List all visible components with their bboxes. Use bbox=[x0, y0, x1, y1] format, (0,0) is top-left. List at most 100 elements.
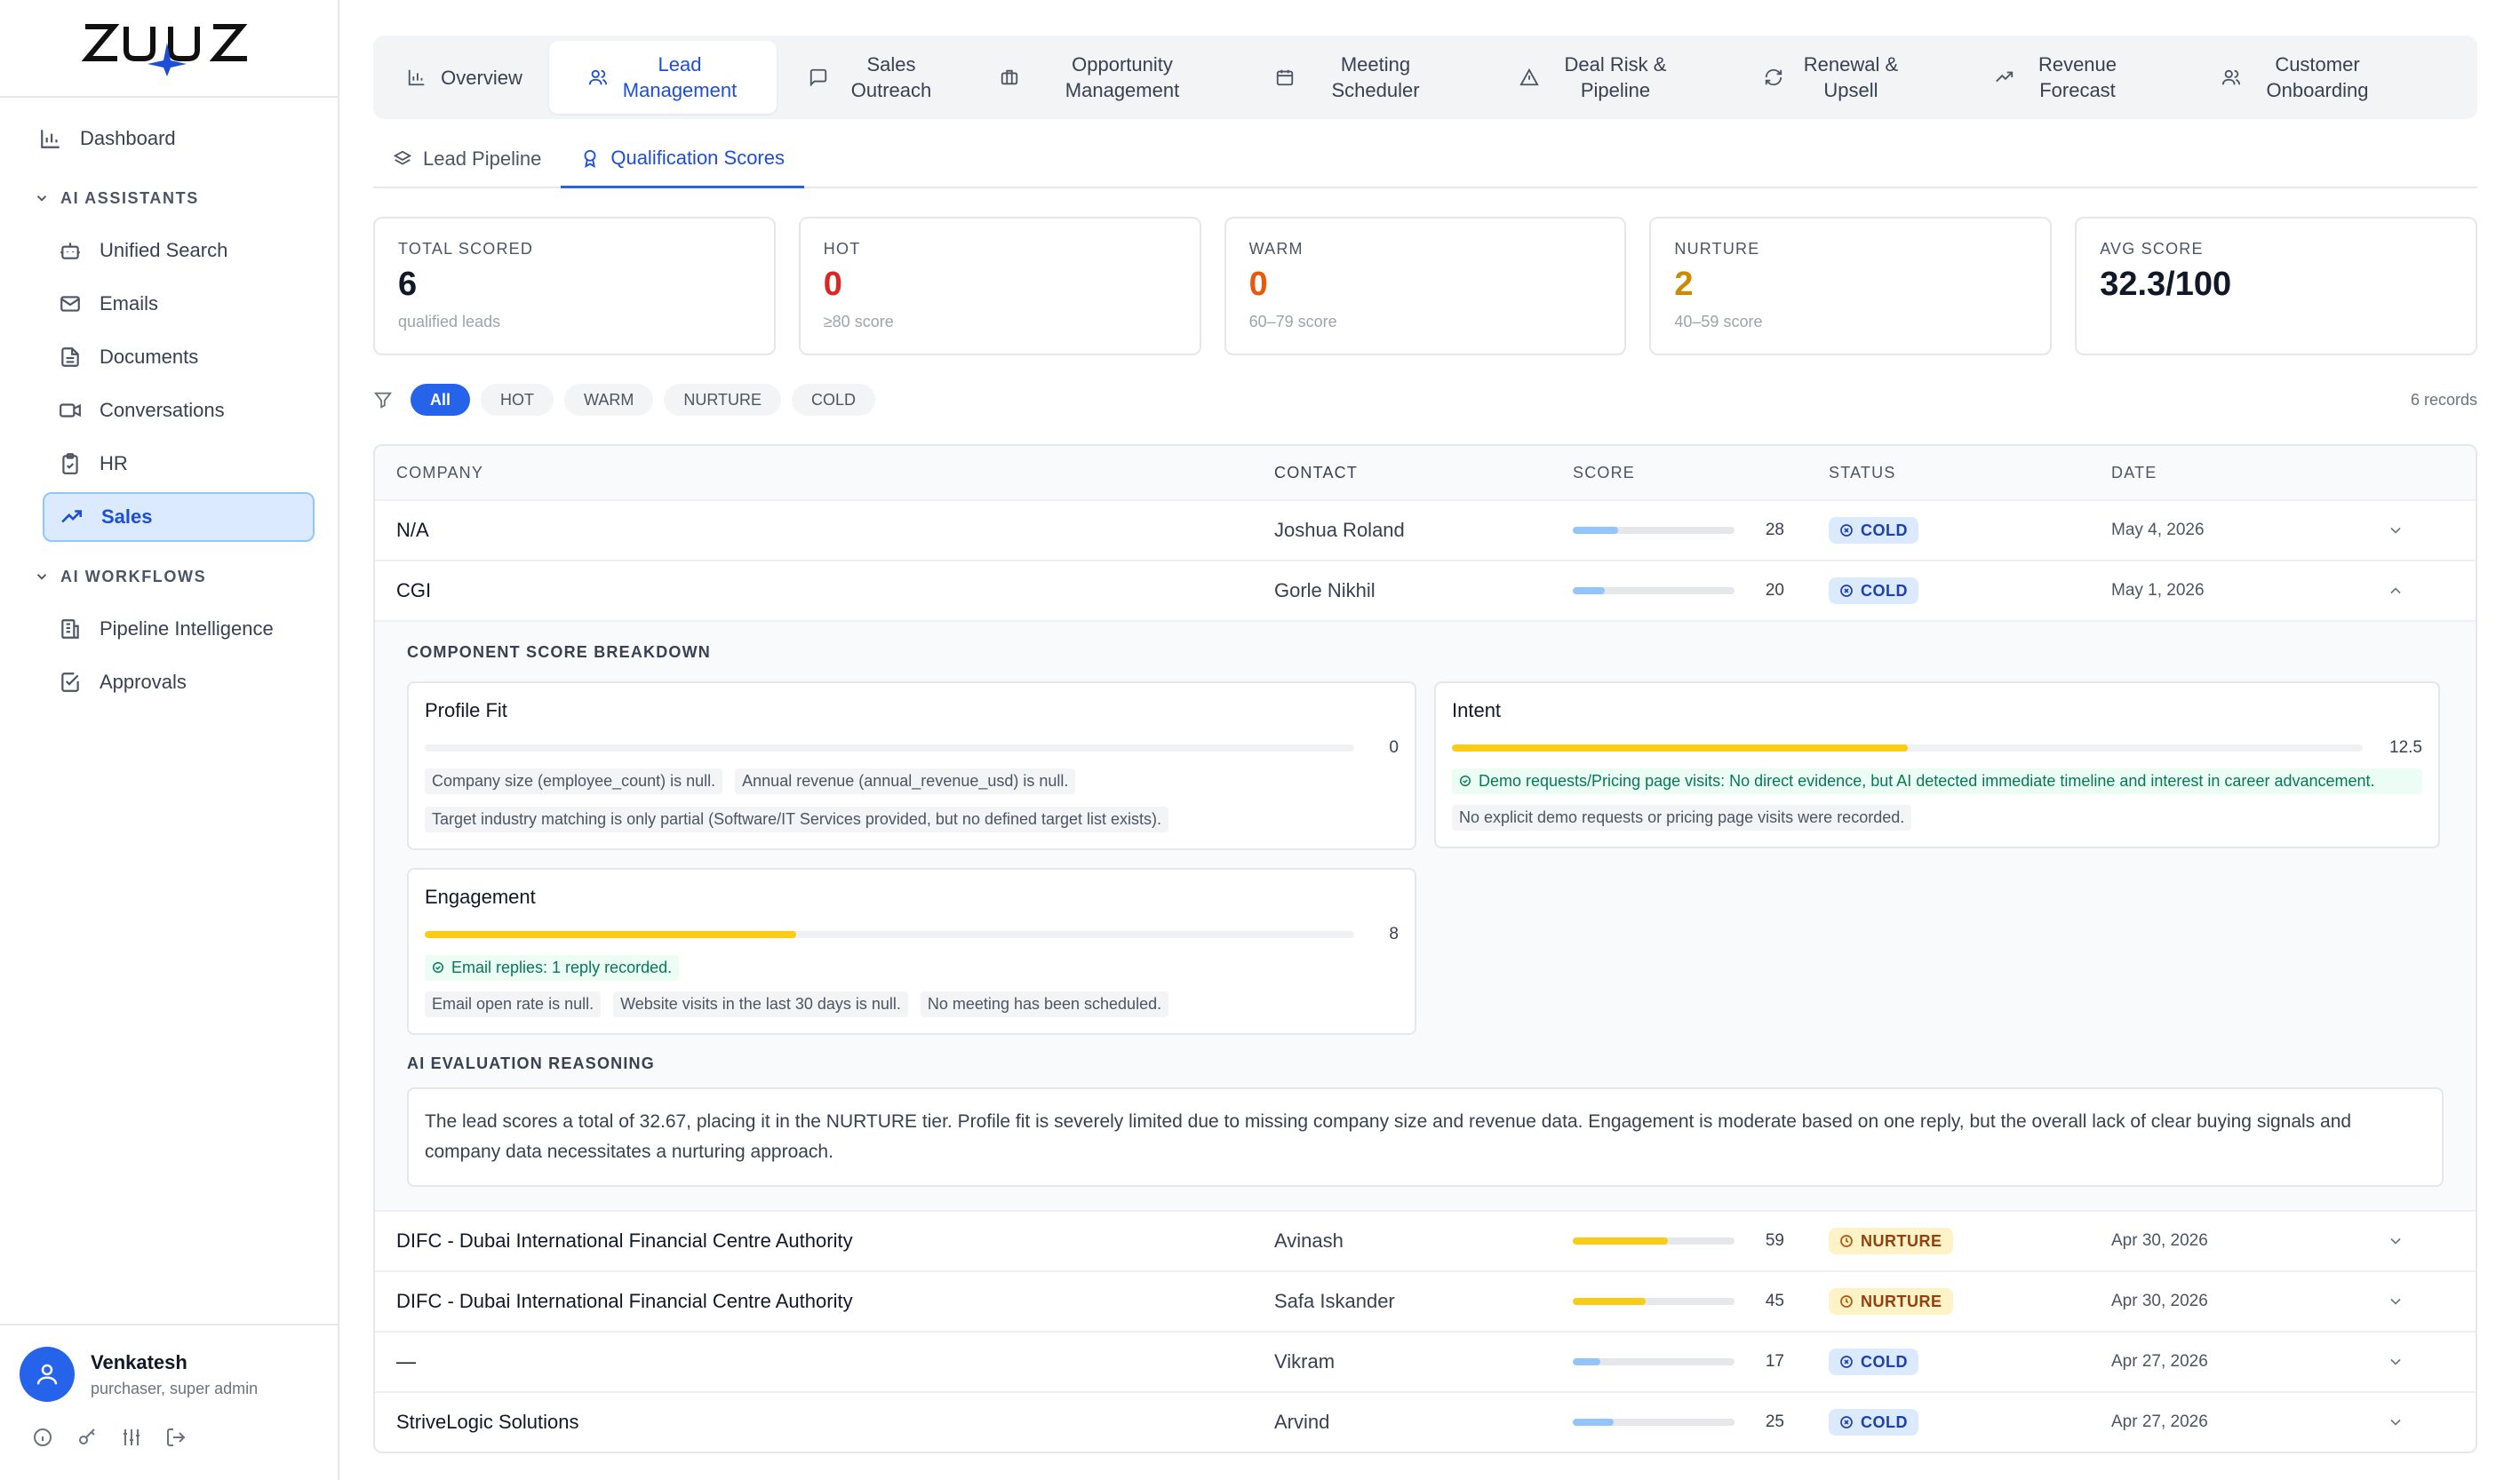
component-value: 12.5 bbox=[2389, 738, 2422, 757]
column-header-company[interactable]: COMPANY bbox=[375, 464, 1274, 482]
column-header-status[interactable]: STATUS bbox=[1829, 464, 2111, 482]
score-cell: 59 bbox=[1573, 1231, 1829, 1251]
sidebar-item-label: HR bbox=[100, 452, 128, 474]
contact-cell: Joshua Roland bbox=[1274, 519, 1405, 541]
tab-label: Opportunity Management bbox=[1065, 53, 1180, 101]
sidebar-item-unified-search[interactable]: Unified Search bbox=[43, 226, 315, 275]
sidebar-item-label: Unified Search bbox=[100, 239, 228, 261]
contact-cell: Avinash bbox=[1274, 1229, 1344, 1252]
main-content: Overview Lead Management Sales Outreach … bbox=[373, 36, 2477, 1453]
status-cell: COLD bbox=[1829, 1409, 2111, 1436]
score-bar-fill bbox=[1573, 1419, 1614, 1426]
document-icon bbox=[57, 344, 84, 370]
tab-label: Meeting Scheduler bbox=[1331, 53, 1420, 101]
status-badge: COLD bbox=[1829, 517, 1918, 544]
table-row[interactable]: CGI Gorle Nikhil 20 COLD May 1, 2026 bbox=[375, 560, 2476, 620]
sidebar-section-ai-workflows[interactable]: AI WORKFLOWS bbox=[34, 554, 315, 599]
row-detail-panel: COMPONENT SCORE BREAKDOWN Profile Fit 0 … bbox=[375, 620, 2476, 1210]
table-row[interactable]: N/A Joshua Roland 28 COLD May 4, 2026 bbox=[375, 499, 2476, 560]
chevron-down-icon bbox=[34, 190, 50, 206]
chevron-down-icon[interactable] bbox=[2369, 1413, 2422, 1431]
table-row[interactable]: DIFC - Dubai International Financial Cen… bbox=[375, 1270, 2476, 1331]
sidebar-section-ai-assistants[interactable]: AI ASSISTANTS bbox=[34, 176, 315, 220]
table-row[interactable]: StriveLogic Solutions Arvind 25 COLD Apr… bbox=[375, 1391, 2476, 1452]
tab-lead-management[interactable]: Lead Management bbox=[549, 41, 777, 114]
column-header-score[interactable]: SCORE bbox=[1573, 464, 1829, 482]
table-row[interactable]: — Vikram 17 COLD Apr 27, 2026 bbox=[375, 1331, 2476, 1391]
tab-renewal-upsell[interactable]: Renewal & Upsell bbox=[1719, 41, 1950, 114]
stat-sub: 40–59 score bbox=[1674, 313, 1763, 330]
avatar[interactable] bbox=[20, 1347, 75, 1402]
zuus-logo-icon bbox=[82, 24, 248, 76]
status-text: COLD bbox=[1861, 581, 1908, 600]
briefcase-icon bbox=[1000, 68, 1019, 87]
component-card-engagement: Engagement 8 Email replies: 1 reply reco… bbox=[407, 868, 1416, 1035]
score-bar-fill bbox=[1573, 527, 1618, 534]
company-cell: — bbox=[396, 1350, 416, 1373]
tab-sales-outreach[interactable]: Sales Outreach bbox=[777, 41, 972, 114]
stat-sub: 60–79 score bbox=[1248, 313, 1337, 330]
sidebar-item-dashboard[interactable]: Dashboard bbox=[30, 114, 315, 163]
chevron-down-icon bbox=[34, 569, 50, 585]
chevron-up-icon[interactable] bbox=[2369, 582, 2422, 600]
key-icon[interactable] bbox=[76, 1427, 98, 1448]
stat-label: TOTAL SCORED bbox=[398, 240, 534, 258]
sidebar-item-label: Emails bbox=[100, 292, 159, 314]
component-value: 8 bbox=[1389, 925, 1399, 943]
column-header-contact[interactable]: CONTACT bbox=[1274, 464, 1573, 482]
tab-customer-onboarding[interactable]: Customer Onboarding bbox=[2172, 41, 2429, 114]
sliders-icon[interactable] bbox=[121, 1427, 142, 1448]
table-row[interactable]: DIFC - Dubai International Financial Cen… bbox=[375, 1210, 2476, 1270]
user-profile: Venkatesh purchaser, super admin bbox=[0, 1324, 338, 1480]
subtab-lead-pipeline[interactable]: Lead Pipeline bbox=[373, 130, 561, 188]
chevron-down-icon[interactable] bbox=[2369, 1232, 2422, 1250]
sidebar-item-emails[interactable]: Emails bbox=[43, 279, 315, 329]
logo[interactable] bbox=[0, 0, 338, 98]
status-cell: COLD bbox=[1829, 1349, 2111, 1375]
sidebar-item-sales[interactable]: Sales bbox=[43, 492, 315, 542]
sidebar-item-hr[interactable]: HR bbox=[43, 439, 315, 489]
column-header-date[interactable]: DATE bbox=[2111, 464, 2369, 482]
filter-chip-warm[interactable]: WARM bbox=[564, 384, 654, 416]
info-icon[interactable] bbox=[32, 1427, 53, 1448]
score-value: 20 bbox=[1765, 581, 1784, 600]
clipboard-icon bbox=[57, 450, 84, 477]
date-cell: Apr 27, 2026 bbox=[2111, 1352, 2208, 1371]
sidebar-item-approvals[interactable]: Approvals bbox=[43, 657, 315, 707]
tab-revenue-forecast[interactable]: Revenue Forecast bbox=[1950, 41, 2172, 114]
filter-chip-nurture[interactable]: NURTURE bbox=[664, 384, 782, 416]
subtab-qualification-scores[interactable]: Qualification Scores bbox=[561, 130, 804, 188]
trending-up-icon bbox=[59, 504, 85, 530]
table-header: COMPANY CONTACT SCORE STATUS DATE bbox=[375, 446, 2476, 499]
note-pill: Website visits in the last 30 days is nu… bbox=[613, 991, 908, 1017]
logout-icon[interactable] bbox=[165, 1427, 187, 1448]
snowflake-icon bbox=[1839, 523, 1854, 537]
chevron-down-icon[interactable] bbox=[2369, 1353, 2422, 1371]
stat-card-hot: HOT 0 ≥80 score bbox=[798, 217, 1201, 355]
company-cell: DIFC - Dubai International Financial Cen… bbox=[396, 1290, 853, 1312]
warning-icon bbox=[1519, 68, 1539, 87]
score-bar bbox=[1573, 1358, 1734, 1365]
tab-meeting-scheduler[interactable]: Meeting Scheduler bbox=[1239, 41, 1479, 114]
subtab-label: Qualification Scores bbox=[610, 146, 785, 169]
note-pill: No meeting has been scheduled. bbox=[920, 991, 1169, 1017]
sidebar-item-pipeline-intelligence[interactable]: Pipeline Intelligence bbox=[43, 604, 315, 654]
score-bar-fill bbox=[1573, 587, 1606, 594]
filter-chip-cold[interactable]: COLD bbox=[792, 384, 876, 416]
tab-opportunity-management[interactable]: Opportunity Management bbox=[972, 41, 1239, 114]
sidebar-item-documents[interactable]: Documents bbox=[43, 332, 315, 382]
filter-chip-all[interactable]: All bbox=[411, 384, 471, 416]
chevron-down-icon[interactable] bbox=[2369, 521, 2422, 539]
status-badge: NURTURE bbox=[1829, 1288, 1953, 1315]
clock-icon bbox=[1839, 1234, 1854, 1248]
score-bar bbox=[1573, 1419, 1734, 1426]
tab-overview[interactable]: Overview bbox=[380, 41, 549, 114]
filter-chip-hot[interactable]: HOT bbox=[481, 384, 554, 416]
sidebar-item-conversations[interactable]: Conversations bbox=[43, 386, 315, 435]
component-title: Profile Fit bbox=[425, 699, 507, 721]
tab-deal-risk-pipeline[interactable]: Deal Risk & Pipeline bbox=[1479, 41, 1719, 114]
chevron-down-icon[interactable] bbox=[2369, 1293, 2422, 1310]
status-text: NURTURE bbox=[1861, 1231, 1942, 1250]
tab-label: Lead Management bbox=[622, 53, 738, 101]
company-cell: DIFC - Dubai International Financial Cen… bbox=[396, 1229, 853, 1252]
